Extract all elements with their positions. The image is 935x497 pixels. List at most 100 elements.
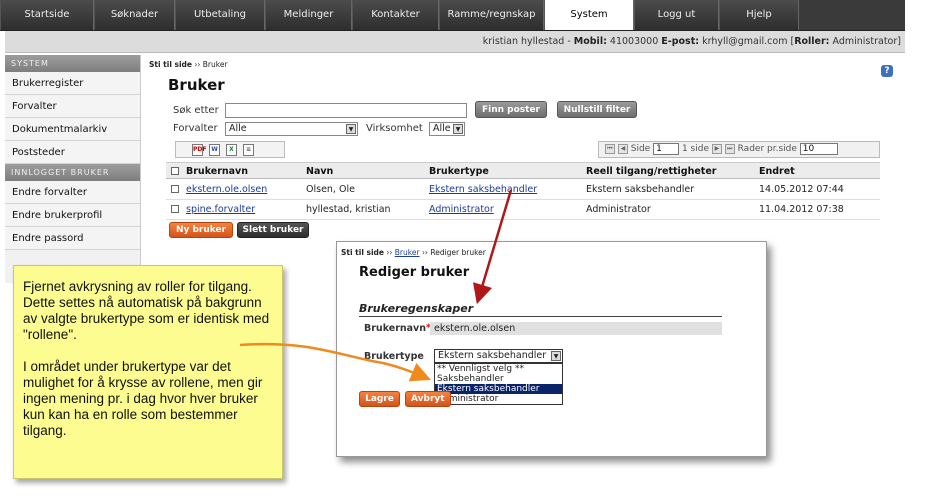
sidebar-item-poststeder[interactable]: Poststeder [5, 141, 140, 164]
name-cell: hyllestad, kristian [306, 204, 391, 215]
name-cell: Olsen, Ole [306, 184, 355, 195]
tab-soknader[interactable]: Søknader [94, 0, 175, 30]
column-header-brukernavn[interactable]: Brukernavn [186, 166, 248, 177]
table-header: Brukernavn Navn Brukertype Reell tilgang… [166, 162, 880, 179]
sidebar-item-brukerregister[interactable]: Brukerregister [5, 72, 140, 95]
tab-system[interactable]: System [544, 0, 634, 30]
sidebar-item-endre-forvalter[interactable]: Endre forvalter [5, 181, 140, 204]
tab-kontakter[interactable]: Kontakter [352, 0, 439, 30]
mobile-value: 41003000 [609, 36, 659, 47]
tab-logg-ut[interactable]: Logg ut [634, 0, 719, 30]
tab-meldinger[interactable]: Meldinger [265, 0, 352, 30]
forvalter-label: Forvalter [173, 123, 218, 134]
roles-label: Roller: [794, 36, 830, 47]
dialog-breadcrumb-bruker[interactable]: Bruker [395, 248, 420, 257]
sidebar-item-endre-brukerprofil[interactable]: Endre brukerprofil [5, 204, 140, 227]
tab-startside[interactable]: Startside [0, 0, 94, 30]
table-row: ekstern.ole.olsen Olsen, Ole Ekstern sak… [166, 180, 880, 200]
pdf-icon[interactable]: PDF [192, 143, 206, 156]
rows-per-page-label: Rader pr.side [737, 144, 797, 154]
dropdown-option[interactable]: Saksbehandler [435, 374, 562, 384]
save-button[interactable]: Lagre [359, 391, 400, 407]
column-header-navn[interactable]: Navn [306, 166, 333, 177]
username-link[interactable]: spine.forvalter [186, 204, 255, 215]
chevron-down-icon: ▼ [551, 351, 561, 361]
search-label: Søk etter [173, 105, 219, 116]
usertype-select-value: Ekstern saksbehandler [438, 350, 547, 361]
help-icon[interactable]: ? [881, 65, 893, 77]
csv-icon[interactable]: ≡ [243, 143, 254, 156]
dropdown-option-selected[interactable]: Ekstern saksbehandler [435, 384, 562, 394]
annotation-note: Fjernet avkrysning av roller for tilgang… [13, 265, 283, 479]
sidebar-heading-innlogget-bruker: INNLOGGET BRUKER [5, 164, 140, 181]
forvalter-select[interactable]: Alle ▼ [225, 122, 358, 136]
next-page-icon[interactable]: ▶ [711, 143, 722, 154]
chevron-down-icon: ▼ [453, 124, 463, 134]
column-header-endret[interactable]: Endret [759, 166, 795, 177]
email-value: krhyll@gmail.com [702, 36, 788, 47]
table-row: spine.forvalter hyllestad, kristian Admi… [166, 200, 880, 220]
user-info-bar: kristian hyllestad - Mobil: 41003000 E-p… [5, 31, 905, 53]
dialog-breadcrumb: Sti til side ›› Bruker ›› Rediger bruker [341, 248, 486, 257]
usertype-link[interactable]: Administrator [429, 204, 494, 215]
rows-per-page-select[interactable]: 10 [799, 142, 838, 155]
sidebar: SYSTEM Brukerregister Forvalter Dokument… [5, 55, 141, 283]
chevron-down-icon: ▼ [346, 124, 356, 134]
search-input[interactable] [225, 103, 467, 118]
page-label: Side [630, 144, 651, 154]
sidebar-item-forvalter[interactable]: Forvalter [5, 95, 140, 118]
find-records-button[interactable]: Finn poster [475, 101, 547, 118]
breadcrumb-root[interactable]: Sti til side [149, 60, 192, 69]
excel-icon[interactable]: X [226, 143, 237, 156]
username-readonly-field: ekstern.ole.olsen [430, 322, 722, 335]
breadcrumb-separator: ›› [386, 248, 393, 257]
access-cell: Ekstern saksbehandler [586, 184, 695, 195]
forvalter-select-value: Alle [229, 123, 247, 134]
mobile-label: Mobil: [573, 36, 607, 47]
select-all-checkbox[interactable] [171, 167, 179, 175]
section-divider [359, 316, 722, 317]
page-total: 1 side [681, 144, 709, 154]
tab-hjelp[interactable]: Hjelp [719, 0, 799, 30]
virksomhet-select[interactable]: Alle ▼ [429, 122, 465, 136]
cancel-button[interactable]: Avbryt [405, 391, 451, 407]
usertype-link[interactable]: Ekstern saksbehandler [429, 184, 537, 195]
user-name: kristian hyllestad [482, 36, 565, 47]
sidebar-item-dokumentmalarkiv[interactable]: Dokumentmalarkiv [5, 118, 140, 141]
tab-ramme-regnskap[interactable]: Ramme/regnskap [439, 0, 544, 30]
breadcrumb-separator: ›› [421, 248, 428, 257]
dialog-title: Rediger bruker [359, 265, 470, 280]
column-header-tilgang[interactable]: Reell tilgang/rettigheter [586, 166, 716, 177]
pager: ⏮ ◀ Side 1 1 side ▶ ⏭ Rader pr.side 10 [598, 141, 880, 158]
dropdown-option[interactable]: ** Vennligst velg ** [435, 364, 562, 374]
previous-page-icon[interactable]: ◀ [617, 143, 628, 154]
usertype-dropdown-list: ** Vennligst velg ** Saksbehandler Ekste… [434, 363, 563, 405]
changed-cell: 14.05.2012 07:44 [759, 184, 844, 195]
dialog-breadcrumb-root[interactable]: Sti til side [341, 248, 384, 257]
top-navigation: Startside Søknader Utbetaling Meldinger … [0, 0, 905, 31]
sidebar-item-endre-passord[interactable]: Endre passord [5, 227, 140, 250]
usertype-select[interactable]: Ekstern saksbehandler ▼ [434, 349, 563, 363]
edit-user-dialog: Sti til side ›› Bruker ›› Rediger bruker… [336, 241, 767, 457]
export-toolbar: PDF W X ≡ [175, 141, 285, 158]
breadcrumb-separator: ›› [194, 60, 201, 69]
changed-cell: 11.04.2012 07:38 [759, 204, 844, 215]
column-header-brukertype[interactable]: Brukertype [429, 166, 489, 177]
tab-utbetaling[interactable]: Utbetaling [175, 0, 265, 30]
delete-user-button[interactable]: Slett bruker [237, 222, 309, 238]
breadcrumb: Sti til side ›› Bruker [149, 60, 228, 69]
word-icon[interactable]: W [209, 143, 220, 156]
access-cell: Administrator [586, 204, 651, 215]
roles-value: Administrator [832, 36, 898, 47]
rows-per-page-value: 10 [802, 143, 815, 154]
page-number-value: 1 [656, 143, 662, 154]
page-number-select[interactable]: 1 [653, 142, 680, 155]
row-checkbox[interactable] [171, 205, 179, 213]
reset-filter-button[interactable]: Nullstill filter [557, 101, 637, 118]
username-link[interactable]: ekstern.ole.olsen [186, 184, 267, 195]
row-checkbox[interactable] [171, 185, 179, 193]
first-page-icon[interactable]: ⏮ [605, 143, 615, 154]
last-page-icon[interactable]: ⏭ [724, 143, 735, 154]
dropdown-option[interactable]: Administrator [435, 394, 562, 404]
new-user-button[interactable]: Ny bruker [169, 222, 233, 238]
